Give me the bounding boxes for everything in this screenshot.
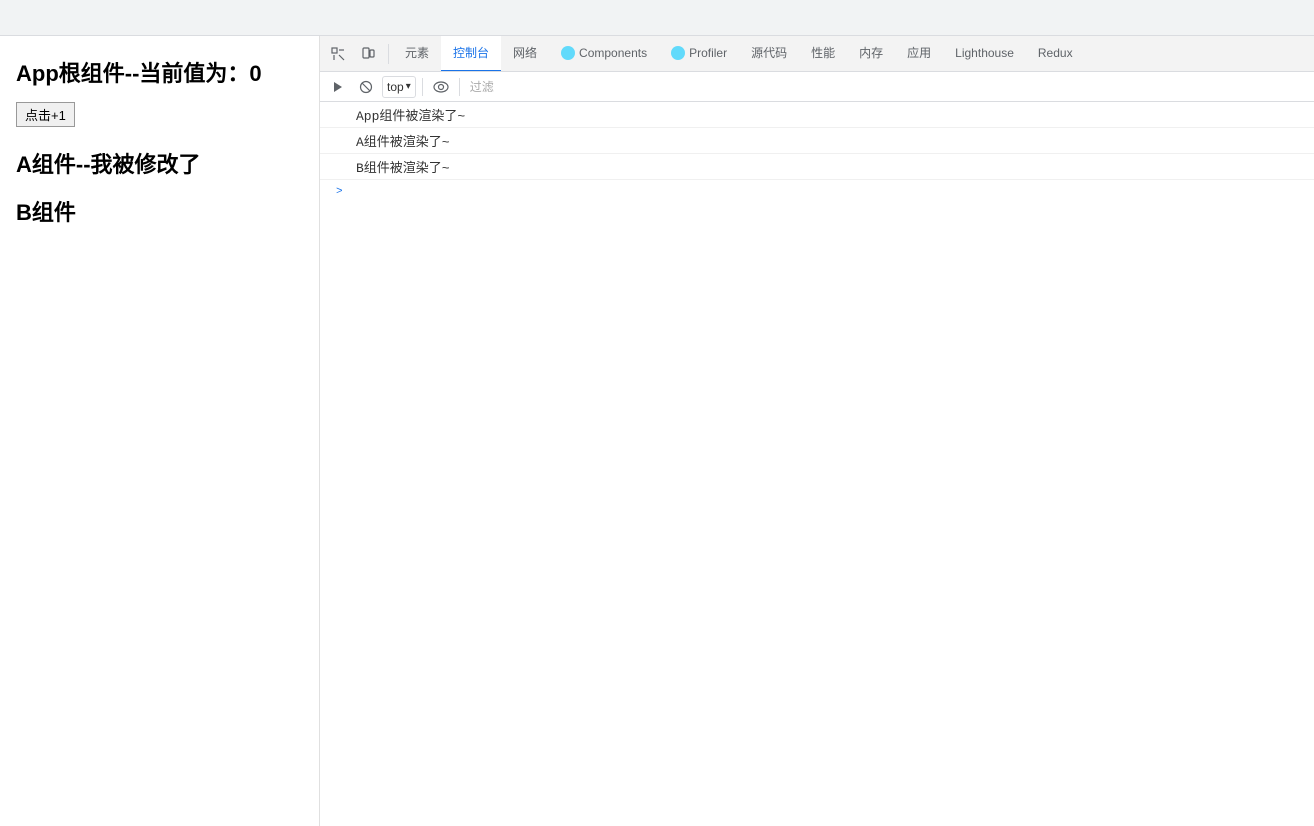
tab-source[interactable]: 源代码 (739, 36, 799, 72)
tab-application[interactable]: 应用 (895, 36, 943, 72)
devtools-toolbar: top ▾ 过滤 (320, 72, 1314, 102)
tab-separator-1 (388, 44, 389, 64)
chevron-down-icon: ▾ (406, 81, 411, 92)
main-area: App根组件--当前值为：0 点击+1 A组件--我被修改了 B组件 (0, 36, 1314, 826)
tab-memory[interactable]: 内存 (847, 36, 895, 72)
tab-performance[interactable]: 性能 (799, 36, 847, 72)
b-component-label: B组件 (16, 195, 303, 227)
expand-arrow[interactable]: > (328, 183, 351, 201)
console-line-3: B组件被渲染了~ (320, 154, 1314, 180)
click-button[interactable]: 点击+1 (16, 102, 75, 127)
device-toolbar-icon[interactable] (354, 40, 382, 68)
tab-components[interactable]: Components (549, 36, 659, 72)
expand-arrow-row: > (320, 180, 1314, 204)
tab-console[interactable]: 控制台 (441, 36, 501, 72)
tab-network[interactable]: 网络 (501, 36, 549, 72)
toolbar-separator-1 (422, 78, 423, 96)
eye-icon[interactable] (429, 75, 453, 99)
tab-lighthouse[interactable]: Lighthouse (943, 36, 1026, 72)
stop-button[interactable] (354, 75, 378, 99)
toolbar-separator-2 (459, 78, 460, 96)
app-title: App根组件--当前值为：0 (16, 56, 303, 88)
tab-profiler[interactable]: Profiler (659, 36, 739, 72)
inspect-element-icon[interactable] (324, 40, 352, 68)
console-line-1: App组件被渲染了~ (320, 102, 1314, 128)
devtools-tabs: 元素 控制台 网络 Components Profiler (320, 36, 1314, 72)
react-components-icon (561, 46, 575, 60)
browser-bar (0, 0, 1314, 36)
clear-console-button[interactable] (326, 75, 350, 99)
tab-element[interactable]: 元素 (393, 36, 441, 72)
page-preview: App根组件--当前值为：0 点击+1 A组件--我被修改了 B组件 (0, 36, 320, 826)
react-profiler-icon (671, 46, 685, 60)
console-output: App组件被渲染了~ A组件被渲染了~ B组件被渲染了~ > (320, 102, 1314, 826)
filter-label: 过滤 (466, 78, 494, 95)
a-component-label: A组件--我被修改了 (16, 147, 303, 179)
tab-redux[interactable]: Redux (1026, 36, 1085, 72)
top-context-select[interactable]: top ▾ (382, 76, 416, 98)
console-line-2: A组件被渲染了~ (320, 128, 1314, 154)
devtools-panel: 元素 控制台 网络 Components Profiler (320, 36, 1314, 826)
